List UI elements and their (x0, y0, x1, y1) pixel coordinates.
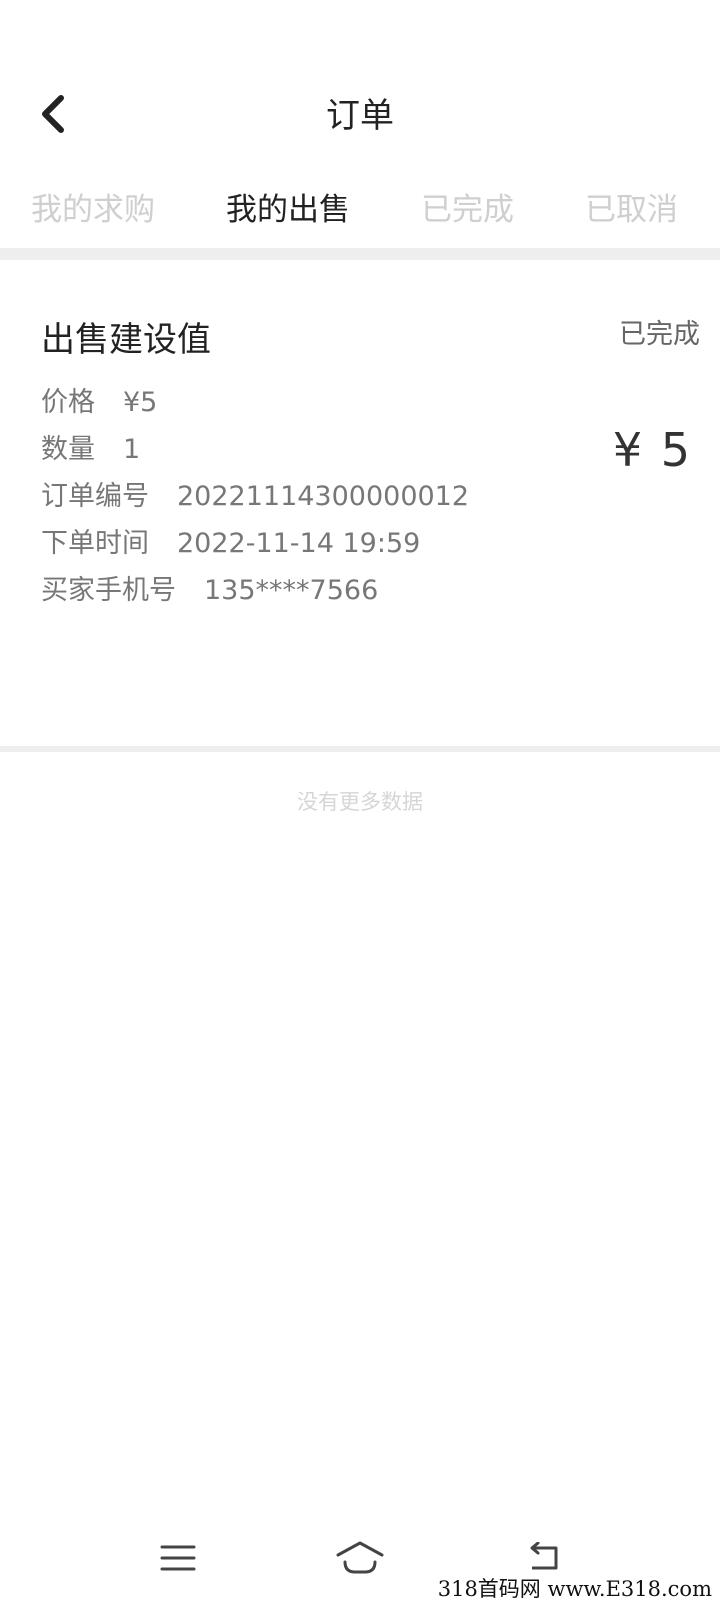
header-bar: 订单 (0, 70, 720, 158)
buyer-phone-row: 买家手机号 135****7566 (41, 568, 378, 607)
order-number-value: 20221114300000012 (177, 481, 470, 512)
quantity-value: 1 (123, 434, 141, 465)
list-end-text: 没有更多数据 (297, 790, 423, 814)
page-title: 订单 (326, 96, 394, 136)
order-time-value: 2022-11-14 19:59 (177, 528, 421, 559)
tab-completed[interactable]: 已完成 (421, 184, 514, 229)
home-icon (336, 1541, 384, 1574)
order-time-row: 下单时间 2022-11-14 19:59 (41, 521, 420, 560)
tab-my-sales[interactable]: 我的出售 (226, 184, 350, 229)
home-button[interactable] (330, 1536, 390, 1580)
order-number-row: 订单编号 20221114300000012 (41, 474, 469, 513)
order-card[interactable]: 出售建设值 已完成 ¥ 5 价格 ¥5 数量 1 订单编号 2022111430000… (0, 260, 720, 746)
order-time-label: 下单时间 (41, 528, 149, 559)
buyer-phone-label: 买家手机号 (41, 575, 176, 606)
card-divider (0, 746, 720, 752)
quantity-label: 数量 (41, 434, 95, 465)
order-title: 出售建设值 (41, 320, 211, 360)
tab-cancelled[interactable]: 已取消 (585, 184, 678, 229)
watermark-text: 318首码网 www.E318.com (433, 1573, 716, 1600)
tabs-divider (0, 248, 720, 260)
quantity-row: 数量 1 (41, 427, 140, 466)
app-screen: 订单 我的求购 我的出售 已完成 已取消 出售建设值 已完成 ¥ 5 价格 ¥5 … (0, 0, 720, 1600)
order-total-price: ¥ 5 (612, 423, 692, 477)
tab-my-purchases[interactable]: 我的求购 (31, 184, 155, 229)
price-label: 价格 (41, 387, 95, 418)
price-row: 价格 ¥5 (41, 380, 157, 419)
menu-icon (160, 1545, 196, 1571)
order-number-label: 订单编号 (41, 481, 149, 512)
order-status: 已完成 (619, 319, 700, 350)
order-tabs: 我的求购 我的出售 已完成 已取消 (0, 176, 720, 236)
back-arrow-icon (530, 1542, 558, 1570)
buyer-phone-value: 135****7566 (204, 575, 379, 606)
price-value: ¥5 (123, 387, 158, 418)
menu-button[interactable] (148, 1536, 208, 1580)
